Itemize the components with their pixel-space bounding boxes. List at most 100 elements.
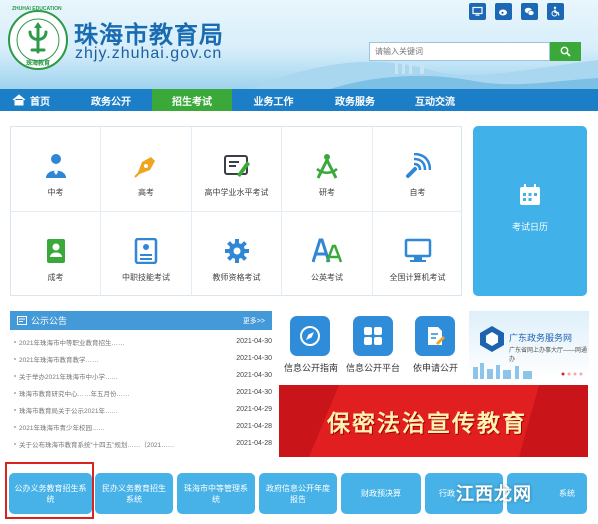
notice-item-title: 2021年珠海市教育教学……	[14, 354, 219, 364]
calendar-icon	[520, 184, 540, 205]
exam-english[interactable]: 公英考试	[282, 212, 373, 296]
private-compulsory-enrollment-button[interactable]: 民办义务教育招生系统	[95, 473, 173, 514]
exam-self-study[interactable]: 自考	[373, 127, 462, 212]
exam-grid: 中考 高考 高中学业水平考试 研考 自考 成考 中职技能考试 教师资格考试 公英…	[10, 126, 462, 296]
exam-teacher-qualification[interactable]: 教师资格考试	[192, 212, 282, 296]
public-compulsory-enrollment-button[interactable]: 公办义务教育招生系统	[9, 473, 92, 514]
notice-item-date: 2021-04-28	[236, 423, 272, 430]
exam-label: 自考	[409, 188, 426, 197]
notice-item-date: 2021-04-30	[236, 389, 272, 396]
notice-item-title: 珠海市教育研究中心……年五月份……	[14, 388, 219, 398]
info-disclosure-platform-label[interactable]: 信息公开平台	[346, 361, 400, 374]
exam-label: 高考	[138, 188, 154, 197]
notice-item-title: 2021年珠海市中等职业教育招生……	[14, 337, 219, 347]
exam-label: 公英考试	[311, 273, 343, 282]
pen-nib-icon	[134, 157, 155, 178]
list-item[interactable]: 关于公布珠海市教育系统“十四五”规划……（2021…… 2021-04-28	[10, 435, 272, 452]
confidentiality-law-banner[interactable]: 保密法治宣传教育	[279, 385, 588, 457]
info-disclosure-guide-button[interactable]	[290, 316, 330, 356]
id-card-icon	[134, 238, 158, 264]
compass-icon	[316, 154, 338, 179]
list-item[interactable]: 珠海市教育研究中心……年五月份…… 2021-04-30	[10, 384, 272, 401]
budget-button[interactable]: 财政预决算	[341, 473, 421, 514]
exam-label: 研考	[319, 188, 335, 197]
nav-item-services[interactable]: 政务服务	[315, 89, 395, 111]
notice-item-title: 关于公布珠海市教育系统“十四五”规划……（2021……	[14, 439, 219, 449]
list-item[interactable]: 珠海市教育局关于公示2021年…… 2021-04-29	[10, 401, 272, 418]
home-icon	[12, 94, 26, 106]
notice-list: 2021年珠海市中等职业教育招生…… 2021-04-30 2021年珠海市教育教…	[10, 330, 272, 452]
list-item[interactable]: 2021年珠海市中等职业教育招生…… 2021-04-30	[10, 333, 272, 350]
nav-item-interaction[interactable]: 互动交流	[395, 89, 475, 111]
notice-title: 公示公告	[31, 316, 68, 326]
info-disclosure-platform-button[interactable]	[353, 316, 393, 356]
logo-text-en: ZHUHAI EDUCATION	[12, 6, 62, 12]
search-button[interactable]	[550, 42, 581, 61]
main-nav: 首页 政务公开 招生考试 业务工作 政务服务 互动交流	[0, 89, 598, 111]
exam-label: 教师资格考试	[212, 273, 261, 282]
exam-label: 成考	[47, 273, 64, 282]
certificate-icon	[223, 155, 250, 177]
exam-label: 高中学业水平考试	[204, 188, 269, 197]
notice-item-title: 关于举办2021年珠海市中小学……	[14, 371, 219, 381]
broadcast-icon	[405, 153, 431, 178]
nav-item-label: 首页	[30, 96, 50, 108]
nav-item-gov-affairs[interactable]: 政务公开	[70, 89, 152, 111]
list-item[interactable]: 关于举办2021年珠海市中小学…… 2021-04-30	[10, 367, 272, 384]
nav-item-admissions[interactable]: 招生考试	[152, 89, 232, 111]
exam-postgraduate[interactable]: 研考	[282, 127, 373, 212]
banner-text: 保密法治宣传教育	[327, 410, 527, 436]
monitor-icon	[404, 238, 431, 262]
skyline-graphic	[473, 363, 532, 379]
compass-icon	[300, 326, 320, 346]
weibo-icon[interactable]	[495, 3, 512, 20]
annual-report-button[interactable]: 政府信息公开年度报告	[259, 473, 337, 514]
logo-text-cn: 珠海教育	[26, 61, 51, 67]
exam-academic-level[interactable]: 高中学业水平考试	[192, 127, 282, 212]
exam-computer[interactable]: 全国计算机考试	[373, 212, 462, 296]
computer-icon[interactable]	[469, 3, 486, 20]
exam-adult[interactable]: 成考	[11, 212, 101, 296]
exam-zhongkao[interactable]: 中考	[11, 127, 101, 212]
gear-icon	[224, 239, 249, 263]
person-icon	[45, 154, 66, 178]
search-icon	[560, 46, 571, 57]
notice-item-title: 2021年珠海市青少年校园……	[14, 422, 219, 432]
site-header: ZHUHAI EDUCATION 珠海教育 珠海市教育局 zhjy.zhuhai…	[0, 0, 598, 89]
info-disclosure-guide-label[interactable]: 信息公开指南	[284, 361, 338, 374]
gd-service-logo	[480, 326, 504, 352]
watermark: 江西龙网	[456, 480, 532, 506]
notice-more-link[interactable]: 更多>>	[243, 316, 265, 326]
notice-item-date: 2021-04-28	[236, 440, 272, 447]
contacts-book-icon	[46, 239, 65, 263]
exam-label: 中职技能考试	[122, 273, 170, 282]
carousel-dots	[561, 372, 583, 376]
notice-header: 公示公告 更多>>	[10, 311, 272, 330]
notice-item-title: 珠海市教育局关于公示2021年……	[14, 405, 219, 415]
document-edit-icon	[428, 327, 445, 345]
notice-panel: 公示公告 更多>> 2021年珠海市中等职业教育招生…… 2021-04-30 2…	[10, 311, 272, 461]
nav-item-home[interactable]: 首页	[0, 89, 70, 111]
site-domain: zhjy.zhuhai.gov.cn	[75, 45, 223, 62]
notice-item-date: 2021-04-30	[236, 372, 272, 379]
watermark-text: 江西龙网	[456, 484, 532, 504]
notice-item-date: 2021-04-30	[236, 338, 272, 345]
gd-gov-service-banner[interactable]: 广东政务服务网 广东省网上办事大厅——网通办	[469, 311, 589, 379]
exam-calendar-button[interactable]: 考试日历	[473, 126, 587, 296]
search-input[interactable]	[369, 42, 550, 61]
accessibility-icon[interactable]	[547, 3, 564, 20]
zhongkao-management-button[interactable]: 珠海市中等管理系统	[177, 473, 255, 514]
exam-vocational[interactable]: 中职技能考试	[101, 212, 192, 296]
notice-item-date: 2021-04-29	[236, 406, 272, 413]
search-bar	[369, 42, 581, 61]
list-item[interactable]: 2021年珠海市青少年校园…… 2021-04-28	[10, 418, 272, 435]
application-disclosure-button[interactable]	[415, 316, 455, 356]
exam-gaokao[interactable]: 高考	[101, 127, 192, 212]
exam-label: 全国计算机考试	[389, 273, 446, 282]
nav-item-business[interactable]: 业务工作	[232, 89, 315, 111]
application-disclosure-label[interactable]: 依申请公开	[413, 361, 458, 374]
wechat-icon[interactable]	[521, 3, 538, 20]
notice-item-date: 2021-04-30	[236, 355, 272, 362]
list-item[interactable]: 2021年珠海市教育教学…… 2021-04-30	[10, 350, 272, 367]
grid-icon	[364, 327, 382, 345]
